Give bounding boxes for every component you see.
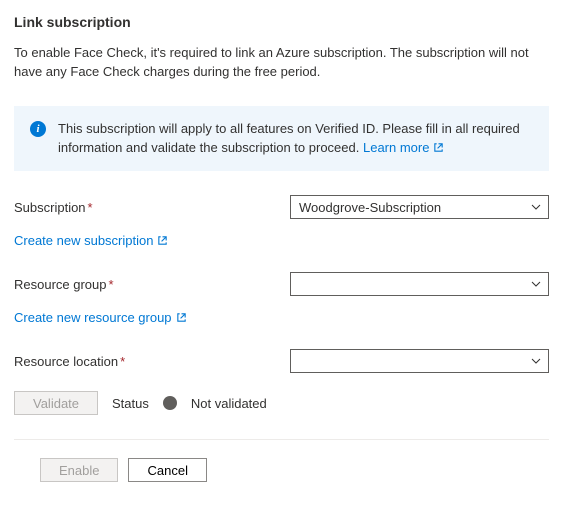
divider: [14, 439, 549, 440]
validate-button[interactable]: Validate: [14, 391, 98, 415]
resource-location-label: Resource location*: [14, 354, 290, 369]
resource-group-row: Resource group*: [14, 272, 549, 296]
cancel-button[interactable]: Cancel: [128, 458, 206, 482]
action-row: Enable Cancel: [14, 458, 549, 482]
external-link-icon: [157, 235, 168, 246]
chevron-down-icon: [530, 278, 542, 290]
page-title: Link subscription: [14, 14, 549, 30]
enable-button[interactable]: Enable: [40, 458, 118, 482]
create-resource-group-link[interactable]: Create new resource group: [14, 310, 187, 325]
subscription-select[interactable]: Woodgrove-Subscription: [290, 195, 549, 219]
info-banner: i This subscription will apply to all fe…: [14, 106, 549, 172]
resource-group-label: Resource group*: [14, 277, 290, 292]
resource-location-select[interactable]: [290, 349, 549, 373]
status-row: Validate Status Not validated: [14, 391, 549, 415]
learn-more-label: Learn more: [363, 139, 429, 158]
chevron-down-icon: [530, 355, 542, 367]
info-message: This subscription will apply to all feat…: [58, 121, 520, 155]
resource-location-row: Resource location*: [14, 349, 549, 373]
learn-more-link[interactable]: Learn more: [363, 139, 444, 158]
info-icon: i: [30, 121, 46, 137]
chevron-down-icon: [530, 201, 542, 213]
create-subscription-label: Create new subscription: [14, 233, 153, 248]
info-text: This subscription will apply to all feat…: [58, 120, 533, 158]
subscription-label: Subscription*: [14, 200, 290, 215]
create-resource-group-label: Create new resource group: [14, 310, 172, 325]
page-description: To enable Face Check, it's required to l…: [14, 44, 549, 82]
subscription-row: Subscription* Woodgrove-Subscription: [14, 195, 549, 219]
external-link-icon: [176, 312, 187, 323]
create-subscription-link[interactable]: Create new subscription: [14, 233, 168, 248]
subscription-value: Woodgrove-Subscription: [299, 200, 441, 215]
external-link-icon: [433, 142, 444, 153]
resource-group-select[interactable]: [290, 272, 549, 296]
status-label: Status: [112, 396, 149, 411]
status-value: Not validated: [191, 396, 267, 411]
status-dot-icon: [163, 396, 177, 410]
